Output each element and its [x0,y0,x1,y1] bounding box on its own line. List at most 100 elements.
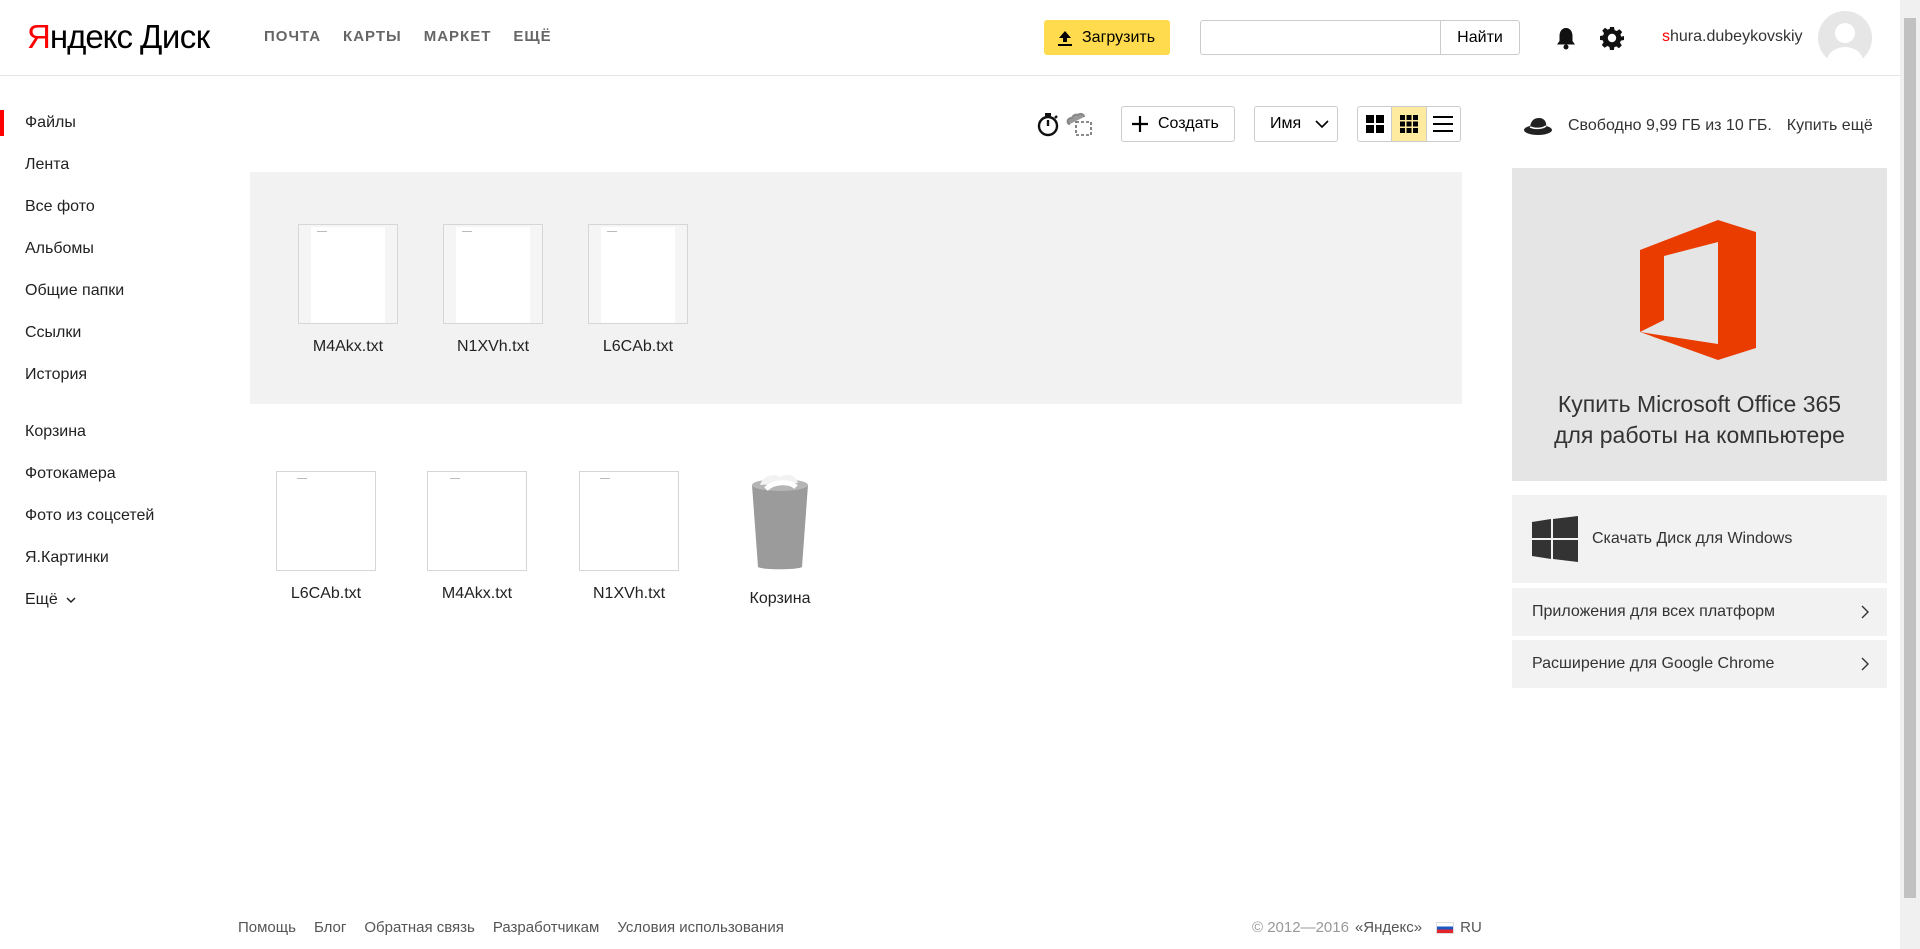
promo-line-1: Купить Microsoft Office 365 [1557,391,1842,417]
download-windows-card[interactable]: Скачать Диск для Windows [1512,495,1887,583]
apps-all-platforms-link[interactable]: Приложения для всех платформ [1512,588,1887,636]
file-name: L6CAb.txt [602,338,674,355]
scrollbar[interactable] [1900,0,1920,949]
copyright-yandex-link[interactable]: «Яндекс» [1355,919,1422,936]
sort-label: Имя [1270,115,1302,132]
create-label: Создать [1158,115,1219,132]
upload-button[interactable]: Загрузить [1044,20,1170,55]
search-button[interactable]: Найти [1440,20,1520,55]
file-name: L6CAb.txt [290,585,362,602]
sidebar: Файлы Лента Все фото Альбомы Общие папки… [0,76,213,949]
stopwatch-icon[interactable] [1034,110,1062,138]
file-thumbnail [579,471,679,571]
trash-folder-item[interactable]: Корзина [730,471,830,608]
file-item[interactable]: M4Akx.txt [427,471,527,603]
sidebar-item-files[interactable]: Файлы [0,102,213,144]
office-promo-banner[interactable]: Купить Microsoft Office 365 для работы н… [1512,168,1887,481]
footer-links: Помощь Блог Обратная связь Разработчикам… [238,919,784,936]
nav-market[interactable]: МАРКЕТ [424,28,492,45]
file-name: M4Akx.txt [441,585,513,602]
header: Яндекс Диск ПОЧТА КАРТЫ МАРКЕТ ЕЩЁ Загру… [0,0,1900,76]
download-windows-label: Скачать Диск для Windows [1592,530,1793,547]
grid-large-icon [1365,115,1384,133]
view-list-button[interactable] [1427,107,1460,141]
file-item[interactable]: L6CAb.txt [276,471,376,603]
sidebar-item-albums[interactable]: Альбомы [0,228,213,270]
file-thumbnail [588,224,688,324]
avatar-placeholder-icon [1827,23,1863,65]
logo-yandex-first-letter: Я [27,18,51,55]
disk-space-text: Свободно 9,99 ГБ из 10 ГБ. [1568,117,1772,134]
screenshot-cloud-icon[interactable] [1066,110,1094,138]
search-input[interactable] [1200,20,1440,55]
main-area: Создать Имя Свободно 9,99 ГБ из 10 ГБ. К… [213,76,1900,949]
sidebar-item-social-photos[interactable]: Фото из соцсетей [0,495,213,537]
nav-more[interactable]: ЕЩЁ [513,28,551,45]
sidebar-item-links[interactable]: Ссылки [0,312,213,354]
footer-feedback[interactable]: Обратная связь [364,919,475,936]
sidebar-item-camera[interactable]: Фотокамера [0,453,213,495]
sidebar-item-history[interactable]: История [0,354,213,396]
bell-icon[interactable] [1555,26,1577,50]
upload-selection-area: M4Akx.txt N1XVh.txt L6CAb.txt [250,172,1462,404]
sort-dropdown[interactable]: Имя [1254,106,1338,142]
file-name: N1XVh.txt [592,585,666,602]
russia-flag-icon [1436,921,1455,934]
sidebar-item-ya-images[interactable]: Я.Картинки [0,537,213,579]
file-name: N1XVh.txt [456,338,530,355]
windows-logo-icon [1532,516,1578,562]
username[interactable]: shura.dubeykovskiy [1662,28,1803,46]
sidebar-item-more-label: Ещё [25,591,58,608]
file-item[interactable]: N1XVh.txt [443,224,543,356]
file-thumbnail [443,224,543,324]
search: Найти [1200,20,1520,55]
footer-developers[interactable]: Разработчикам [493,919,599,936]
chevron-right-icon [1861,605,1869,619]
yandex-disk-logo[interactable]: Яндекс Диск [27,18,210,56]
file-item[interactable]: M4Akx.txt [298,224,398,356]
toolbar: Создать Имя Свободно 9,99 ГБ из 10 ГБ. К… [213,106,1900,142]
copyright: © 2012—2016 «Яндекс» RU [1252,919,1482,936]
logo-yandex: Яндекс [27,18,133,56]
logo-disk: Диск [139,18,210,55]
nav-maps[interactable]: КАРТЫ [343,28,402,45]
office-logo-icon [1640,220,1756,360]
gear-icon[interactable] [1600,26,1624,50]
sidebar-item-all-photos[interactable]: Все фото [0,186,213,228]
buy-more-link[interactable]: Купить ещё [1787,117,1873,135]
file-item[interactable]: N1XVh.txt [579,471,679,603]
copyright-years: © 2012—2016 [1252,919,1349,936]
nav-mail[interactable]: ПОЧТА [264,28,321,45]
sidebar-item-more[interactable]: Ещё [0,579,213,621]
list-icon [1433,116,1454,132]
sidebar-item-shared-folders[interactable]: Общие папки [0,270,213,312]
upload-label: Загрузить [1082,28,1156,46]
footer-blog[interactable]: Блог [314,919,346,936]
top-nav: ПОЧТА КАРТЫ МАРКЕТ ЕЩЁ [264,28,552,45]
language-switch[interactable]: RU [1460,919,1482,936]
view-large-icons-button[interactable] [1358,107,1391,141]
file-item[interactable]: L6CAb.txt [588,224,688,356]
chrome-extension-label: Расширение для Google Chrome [1532,655,1775,672]
logo-yandex-rest: ндекс [49,18,133,55]
chrome-extension-link[interactable]: Расширение для Google Chrome [1512,640,1887,688]
create-button[interactable]: Создать [1121,106,1235,142]
view-small-icons-button[interactable] [1391,107,1427,141]
scrollbar-thumb[interactable] [1904,18,1916,898]
apps-all-platforms-label: Приложения для всех платформ [1532,603,1775,620]
promo-line-2: для работы на компьютере [1554,422,1845,448]
footer-terms[interactable]: Условия использования [617,919,784,936]
sidebar-item-feed[interactable]: Лента [0,144,213,186]
footer-help[interactable]: Помощь [238,919,296,936]
disk-space: Свободно 9,99 ГБ из 10 ГБ. Купить ещё [1523,115,1873,137]
trash-bin-icon [752,474,808,570]
file-thumbnail [427,471,527,571]
chevron-right-icon [1861,657,1869,671]
avatar[interactable] [1818,11,1872,65]
sidebar-item-trash[interactable]: Корзина [0,411,213,453]
file-name: Корзина [749,590,811,607]
chevron-down-icon [66,597,76,604]
plus-icon [1132,116,1148,132]
view-switcher [1357,106,1461,142]
grid-small-icon [1399,115,1418,133]
